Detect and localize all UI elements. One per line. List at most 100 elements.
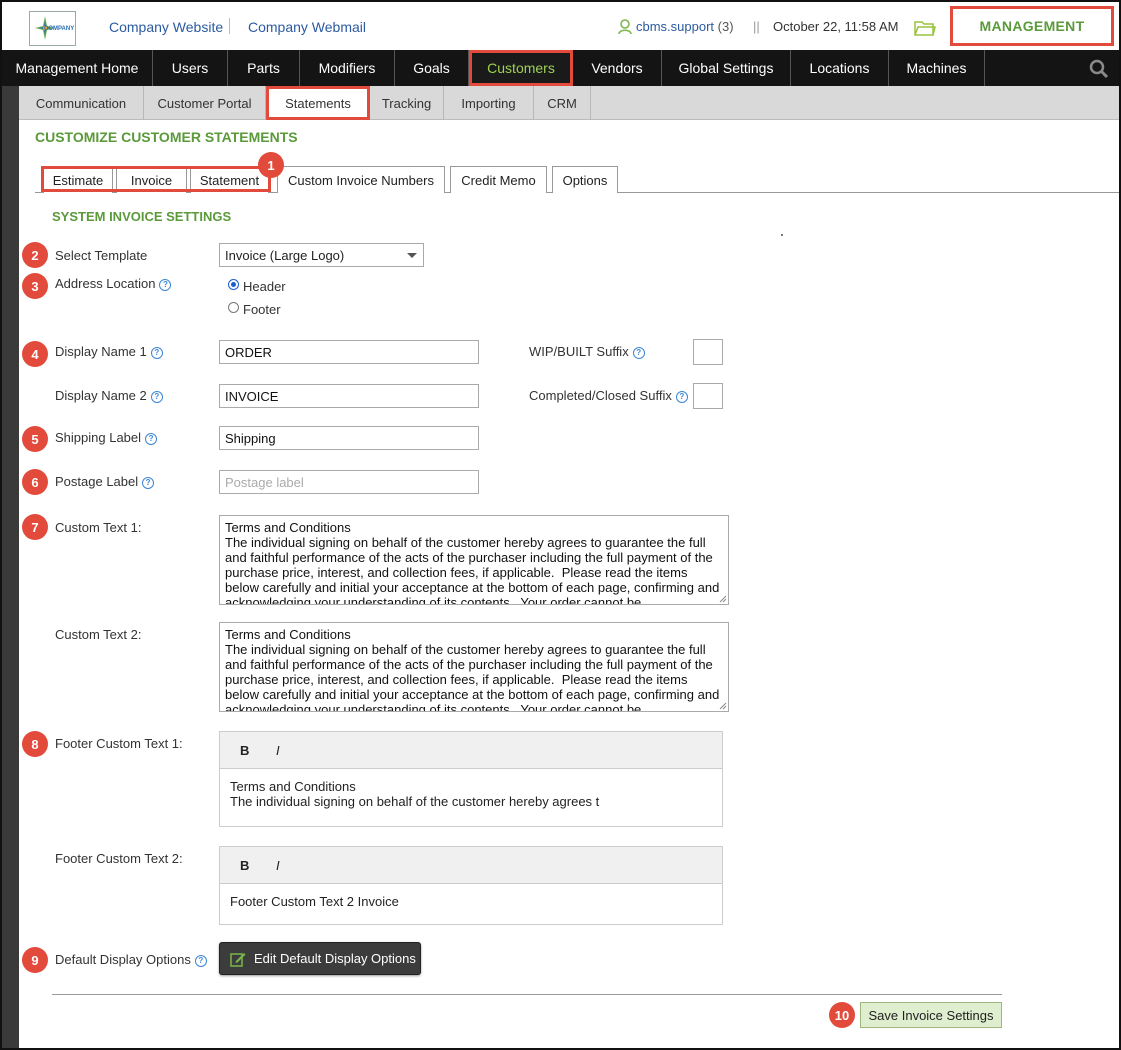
subnav-importing[interactable]: Importing: [444, 86, 534, 120]
subnav-customer-portal[interactable]: Customer Portal: [144, 86, 266, 120]
help-icon[interactable]: ?: [150, 391, 163, 403]
page-title: CUSTOMIZE CUSTOMER STATEMENTS: [35, 129, 298, 145]
address-footer-label: Footer: [243, 302, 281, 317]
nav-global-settings[interactable]: Global Settings: [662, 50, 791, 86]
postage-label-label: Postage Label?: [55, 474, 155, 489]
nav-parts[interactable]: Parts: [228, 50, 300, 86]
display-name-2-input[interactable]: INVOICE: [219, 384, 479, 408]
callout-badge: 8: [22, 731, 48, 757]
username: cbms.support: [636, 19, 715, 34]
wip-suffix-label: WIP/BUILT Suffix?: [529, 344, 645, 359]
completed-suffix-label: Completed/Closed Suffix?: [529, 388, 688, 403]
main-nav: Management Home Users Parts Modifiers Go…: [2, 50, 1119, 86]
custom-text-2-label: Custom Text 2:: [55, 627, 142, 642]
nav-goals[interactable]: Goals: [395, 50, 469, 86]
select-template-value: Invoice (Large Logo): [225, 247, 345, 263]
address-footer-radio[interactable]: [228, 302, 239, 313]
custom-text-1-value: Terms and Conditions The individual sign…: [225, 520, 720, 605]
italic-button[interactable]: I: [276, 743, 280, 758]
display-name-1-label-text: Display Name 1: [55, 344, 147, 359]
footer-custom-text-2-editor[interactable]: B I Footer Custom Text 2 Invoice: [219, 846, 723, 925]
custom-text-2-textarea[interactable]: Terms and Conditions The individual sign…: [219, 622, 729, 712]
resize-handle-icon[interactable]: [719, 702, 727, 710]
select-template-label: Select Template: [55, 248, 148, 263]
postage-label-input[interactable]: Postage label: [219, 470, 479, 494]
user-icon: [618, 19, 632, 35]
footer-custom-text-2-body[interactable]: Footer Custom Text 2 Invoice: [220, 884, 722, 909]
subnav-tracking[interactable]: Tracking: [370, 86, 444, 120]
nav-users[interactable]: Users: [153, 50, 228, 86]
select-template-dropdown[interactable]: Invoice (Large Logo): [219, 243, 424, 267]
chevron-down-icon: [407, 253, 417, 258]
nav-machines[interactable]: Machines: [889, 50, 985, 86]
completed-suffix-label-text: Completed/Closed Suffix: [529, 388, 672, 403]
sub-nav: Communication Customer Portal Statements…: [19, 86, 1119, 120]
footer-custom-text-1-label: Footer Custom Text 1:: [55, 736, 183, 751]
top-divider: ||: [753, 19, 760, 34]
italic-button[interactable]: I: [276, 858, 280, 873]
callout-badge: 6: [22, 469, 48, 495]
nav-management-home[interactable]: Management Home: [2, 50, 153, 86]
default-display-options-label-text: Default Display Options: [55, 952, 191, 967]
company-website-link[interactable]: Company Website: [109, 19, 223, 35]
address-location-label-text: Address Location: [55, 276, 156, 291]
section-title: SYSTEM INVOICE SETTINGS: [52, 209, 232, 224]
edit-default-display-options-button[interactable]: Edit Default Display Options: [219, 942, 421, 975]
shipping-label-label-text: Shipping Label: [55, 430, 142, 445]
subnav-crm[interactable]: CRM: [534, 86, 591, 120]
subnav-communication[interactable]: Communication: [19, 86, 144, 120]
callout-badge: 3: [22, 273, 48, 299]
user-notification-count: (3): [717, 19, 734, 34]
footer-custom-text-2-label: Footer Custom Text 2:: [55, 851, 183, 866]
management-button[interactable]: MANAGEMENT: [950, 6, 1114, 46]
help-icon[interactable]: ?: [675, 391, 688, 403]
callout-badge: 1: [258, 152, 284, 178]
logo-text: COMPANY: [44, 26, 75, 32]
shipping-label-label: Shipping Label?: [55, 430, 158, 445]
custom-text-1-textarea[interactable]: Terms and Conditions The individual sign…: [219, 515, 729, 605]
tab-highlight: [41, 166, 271, 192]
address-header-radio[interactable]: [228, 279, 239, 290]
subnav-statements[interactable]: Statements: [266, 86, 370, 120]
edit-icon: [230, 952, 246, 967]
help-icon[interactable]: ?: [632, 347, 645, 359]
callout-badge: 4: [22, 341, 48, 367]
folder-icon[interactable]: [914, 19, 936, 37]
top-link-divider: [229, 18, 230, 34]
tab-credit-memo[interactable]: Credit Memo: [450, 166, 547, 193]
decorative-dot: [781, 234, 783, 236]
help-icon[interactable]: ?: [150, 347, 163, 359]
help-icon[interactable]: ?: [159, 279, 172, 291]
nav-modifiers[interactable]: Modifiers: [300, 50, 395, 86]
completed-suffix-input[interactable]: [693, 383, 723, 409]
display-name-1-input[interactable]: ORDER: [219, 340, 479, 364]
default-display-options-label: Default Display Options?: [55, 952, 207, 967]
wip-suffix-input[interactable]: [693, 339, 723, 365]
current-datetime: October 22, 11:58 AM: [773, 19, 899, 34]
help-icon[interactable]: ?: [194, 955, 207, 967]
top-bar: COMPANY Company Website Company Webmail …: [2, 2, 1119, 50]
nav-locations[interactable]: Locations: [791, 50, 889, 86]
search-icon[interactable]: [1089, 59, 1109, 79]
bold-button[interactable]: B: [240, 743, 249, 758]
footer-custom-text-1-body[interactable]: Terms and Conditions The individual sign…: [220, 769, 722, 809]
nav-vendors[interactable]: Vendors: [573, 50, 662, 86]
tab-custom-invoice-numbers[interactable]: Custom Invoice Numbers: [277, 166, 445, 193]
nav-customers[interactable]: Customers: [469, 50, 573, 86]
editor-toolbar: B I: [220, 732, 722, 769]
help-icon[interactable]: ?: [142, 477, 155, 489]
save-invoice-settings-button[interactable]: Save Invoice Settings: [860, 1002, 1002, 1028]
shipping-label-input[interactable]: Shipping: [219, 426, 479, 450]
bold-button[interactable]: B: [240, 858, 249, 873]
company-webmail-link[interactable]: Company Webmail: [248, 19, 366, 35]
divider: [52, 994, 1002, 995]
help-icon[interactable]: ?: [145, 433, 158, 445]
callout-badge: 2: [22, 242, 48, 268]
footer-custom-text-1-editor[interactable]: B I Terms and Conditions The individual …: [219, 731, 723, 827]
tab-options[interactable]: Options: [552, 166, 618, 193]
address-location-label: Address Location?: [55, 276, 172, 291]
company-logo[interactable]: COMPANY: [29, 11, 76, 46]
resize-handle-icon[interactable]: [719, 595, 727, 603]
display-name-2-label: Display Name 2?: [55, 388, 163, 403]
user-menu[interactable]: cbms.support (3): [636, 19, 734, 34]
